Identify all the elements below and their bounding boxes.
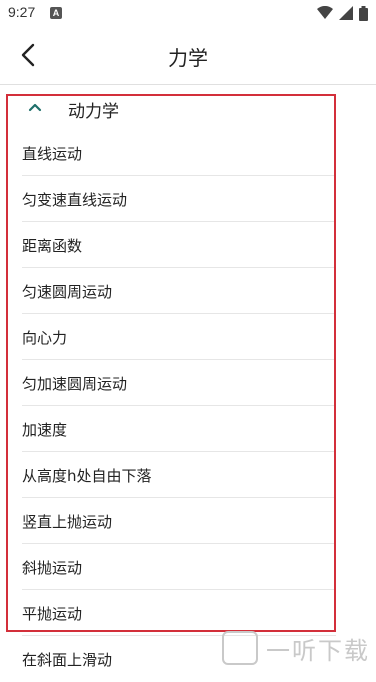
status-time: 9:27 xyxy=(8,4,36,20)
list-item-label: 从高度h处自由下落 xyxy=(22,467,152,485)
list-item-label: 匀变速直线运动 xyxy=(22,191,128,209)
battery-icon xyxy=(359,5,368,21)
list-item-label: 竖直上抛运动 xyxy=(22,513,113,531)
watermark-logo-icon xyxy=(222,631,258,665)
list-item-label: 在斜面上滑动 xyxy=(22,651,113,669)
list-item[interactable]: 直线运动 xyxy=(0,130,376,176)
list-item-label: 匀加速圆周运动 xyxy=(22,375,128,393)
list-item[interactable]: 斜抛运动 xyxy=(0,544,376,590)
list-item[interactable]: 距离函数 xyxy=(0,222,376,268)
watermark-text: 一听下载 xyxy=(266,636,370,665)
status-bar: 9:27 A xyxy=(0,0,376,26)
notification-a-icon: A xyxy=(50,7,62,19)
list-item[interactable]: 向心力 xyxy=(0,314,376,360)
list-item[interactable]: 加速度 xyxy=(0,406,376,452)
list-item-label: 平抛运动 xyxy=(22,605,83,623)
topic-list: 动力学 直线运动 匀变速直线运动 距离函数 匀速圆周运动 向心力 匀加速圆周运动… xyxy=(0,86,376,682)
list-item[interactable]: 竖直上抛运动 xyxy=(0,498,376,544)
wifi-icon xyxy=(317,6,333,19)
group-header-dynamics[interactable]: 动力学 xyxy=(0,86,376,130)
list-item-label: 匀速圆周运动 xyxy=(22,283,113,301)
group-label: 动力学 xyxy=(68,102,119,122)
watermark: 一听下载 xyxy=(222,628,376,668)
list-item[interactable]: 从高度h处自由下落 xyxy=(0,452,376,498)
list-item[interactable]: 匀速圆周运动 xyxy=(0,268,376,314)
list-item-label: 距离函数 xyxy=(22,237,83,255)
list-item-label: 斜抛运动 xyxy=(22,559,83,577)
app-bar: 力学 xyxy=(0,26,376,85)
list-item[interactable]: 匀加速圆周运动 xyxy=(0,360,376,406)
list-item-label: 加速度 xyxy=(22,421,68,439)
list-item-label: 向心力 xyxy=(22,329,68,347)
chevron-up-icon xyxy=(28,103,42,112)
status-icons xyxy=(317,5,368,21)
list-item-label: 直线运动 xyxy=(22,145,83,163)
page-title: 力学 xyxy=(168,46,208,70)
list-item[interactable]: 匀变速直线运动 xyxy=(0,176,376,222)
signal-icon xyxy=(339,6,353,20)
